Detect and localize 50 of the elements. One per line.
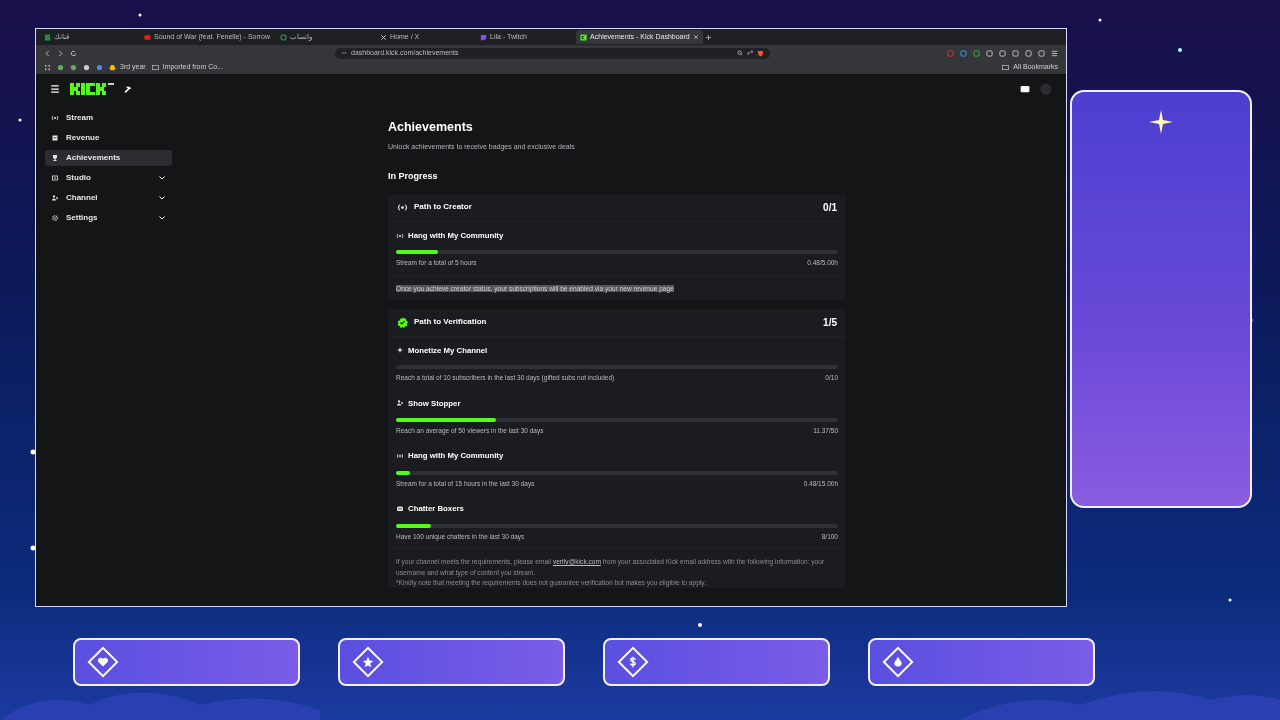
ledger-icon [51,134,59,142]
sidebar-item[interactable]: Revenue [45,130,172,146]
close-icon[interactable] [692,34,699,40]
verified-badge-icon [397,316,408,328]
video-icon [144,33,151,41]
star-icon [352,646,384,678]
broadcast-icon [51,114,59,122]
page-title: Achievements [388,119,474,136]
reload-icon[interactable] [70,49,77,57]
achievement-title: Path to Verification [414,316,487,329]
people-icon [396,399,404,408]
sidebar-item[interactable]: Settings [45,210,172,226]
kick-logo-icon[interactable] [70,82,114,96]
kick-icon [580,33,588,41]
sidebar-item[interactable]: Studio [45,170,172,186]
trophy-icon [51,154,59,162]
achievement-title: Path to Creator [414,201,472,214]
heart-icon [87,646,119,678]
sidebar-item[interactable]: Stream [45,110,172,126]
settings-icon [51,214,59,222]
display-icon[interactable] [1020,84,1030,94]
menu-icon[interactable] [1051,49,1058,57]
sparkle-icon [396,346,404,355]
broadcast-icon [396,231,404,240]
broadcast-icon [396,452,404,461]
studio-icon [51,174,59,182]
sidebar-item[interactable]: Achievements [45,150,172,166]
folder-icon [1002,64,1010,71]
folder-icon [151,64,159,71]
hammer-icon[interactable] [124,84,133,94]
back-icon[interactable] [44,49,51,57]
drive-icon [109,64,116,71]
achievement-count: 1/5 [823,315,837,330]
spreadsheet-icon [44,33,51,41]
extension-icon[interactable] [1038,49,1045,57]
sidebar-item[interactable]: Channel [45,190,172,206]
forward-icon[interactable] [57,49,64,57]
chat-icon [396,505,404,514]
section-heading: In Progress [388,170,439,184]
apps-icon[interactable] [44,64,51,71]
droplet-icon [882,646,914,678]
site-info-icon[interactable] [341,50,347,56]
people-icon [51,194,59,202]
achievement-count: 0/1 [823,200,837,215]
zoom-icon[interactable] [737,50,743,56]
dollar-icon [617,646,649,678]
x-icon [380,33,388,41]
new-tab-icon[interactable] [704,33,712,41]
share-icon[interactable] [747,50,753,56]
star-icon [1149,110,1173,134]
